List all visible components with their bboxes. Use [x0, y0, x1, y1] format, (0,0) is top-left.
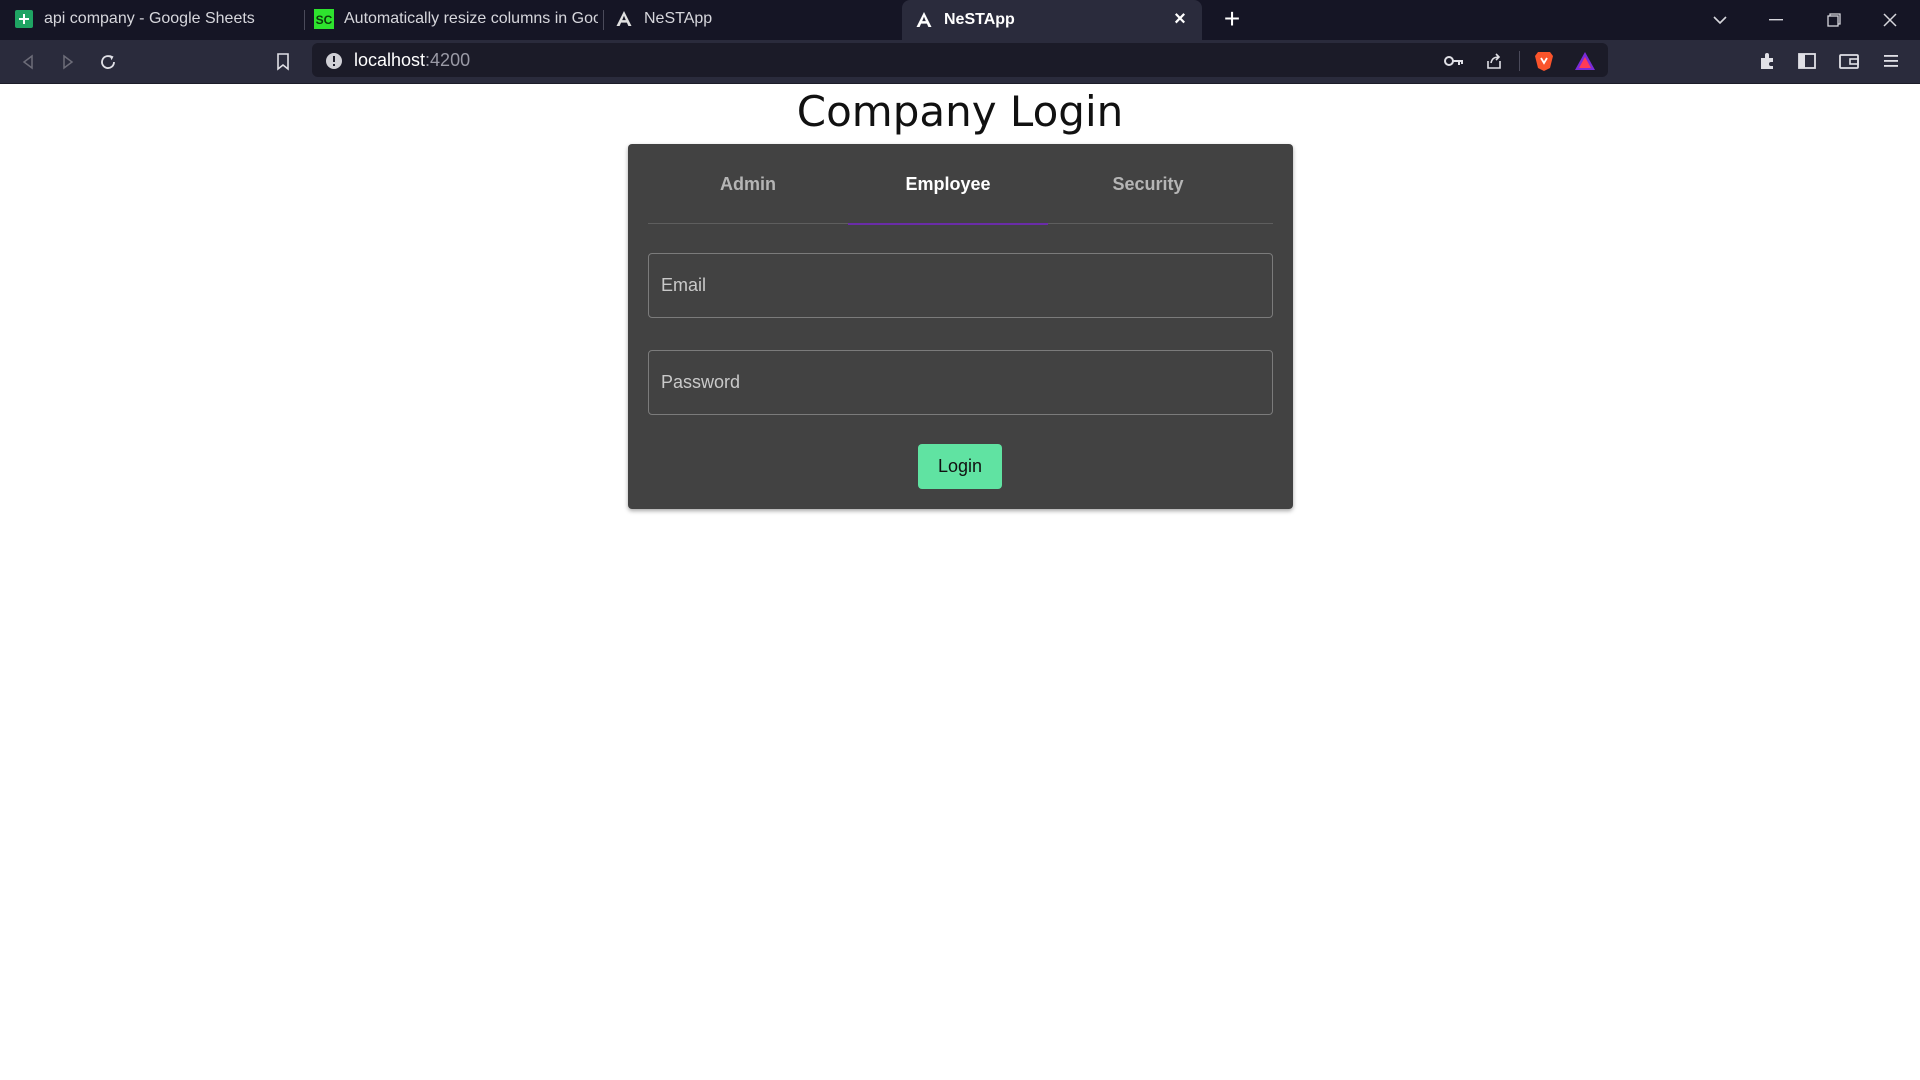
toolbar-divider [1519, 51, 1520, 71]
tab-separator [304, 10, 305, 30]
browser-tab-nestapp[interactable]: NeSTApp [614, 0, 894, 38]
google-sheets-icon [14, 9, 34, 29]
email-input[interactable] [649, 254, 1272, 317]
brave-shields-icon[interactable] [1530, 47, 1558, 75]
close-window-icon[interactable] [1870, 6, 1910, 34]
site-info-icon[interactable] [320, 47, 348, 75]
browser-tab-strip: api company - Google Sheets SC Automatic… [0, 0, 1920, 40]
tab-employee[interactable]: Employee [848, 144, 1048, 225]
restore-window-icon[interactable] [1814, 6, 1854, 34]
browser-tab-google-sheets[interactable]: api company - Google Sheets [14, 0, 304, 38]
sc-favicon-icon: SC [314, 9, 334, 29]
email-field [648, 253, 1273, 318]
login-button[interactable]: Login [918, 444, 1002, 489]
brave-rewards-icon[interactable] [1571, 47, 1599, 75]
login-tab-bar: Admin Employee Security [648, 144, 1273, 225]
extensions-icon[interactable] [1753, 47, 1781, 75]
browser-tab-nestapp-active[interactable]: NeSTApp × [902, 0, 1202, 40]
page-title: Company Login [796, 87, 1124, 136]
tab-title: api company - Google Sheets [44, 10, 255, 27]
key-icon[interactable] [1440, 47, 1468, 75]
forward-arrow-icon[interactable] [54, 48, 82, 76]
reload-icon[interactable] [94, 48, 122, 76]
tab-search-chevron-icon[interactable] [1700, 6, 1740, 34]
new-tab-button[interactable]: + [1218, 5, 1246, 34]
sidebar-toggle-icon[interactable] [1793, 47, 1821, 75]
tab-title: NeSTApp [644, 10, 713, 27]
url-port: :4200 [425, 50, 471, 70]
address-bar-url[interactable]: localhost:4200 [354, 49, 470, 71]
svg-text:SC: SC [316, 13, 333, 27]
tab-title: Automatically resize columns in Googl [344, 10, 598, 27]
url-host: localhost [354, 50, 426, 70]
menu-icon[interactable] [1877, 47, 1905, 75]
angular-icon [614, 9, 634, 29]
tab-admin[interactable]: Admin [648, 144, 848, 224]
address-bar[interactable] [312, 43, 1608, 77]
tab-title: NeSTApp [944, 11, 1015, 28]
minimize-window-icon[interactable] [1756, 6, 1796, 34]
share-icon[interactable] [1480, 47, 1508, 75]
close-tab-icon[interactable]: × [1170, 9, 1190, 29]
password-field [648, 350, 1273, 415]
password-input[interactable] [649, 351, 1272, 414]
wallet-icon[interactable] [1835, 47, 1863, 75]
back-arrow-icon[interactable] [14, 48, 42, 76]
tab-separator [603, 10, 604, 30]
login-card: Admin Employee Security Login [628, 144, 1293, 509]
browser-tab-resize-columns[interactable]: SC Automatically resize columns in Googl [314, 0, 598, 38]
bookmark-icon[interactable] [269, 48, 297, 76]
page-viewport: Company Login Admin Employee Security Lo… [0, 85, 1920, 1080]
angular-icon [914, 10, 934, 30]
tab-security[interactable]: Security [1048, 144, 1248, 224]
